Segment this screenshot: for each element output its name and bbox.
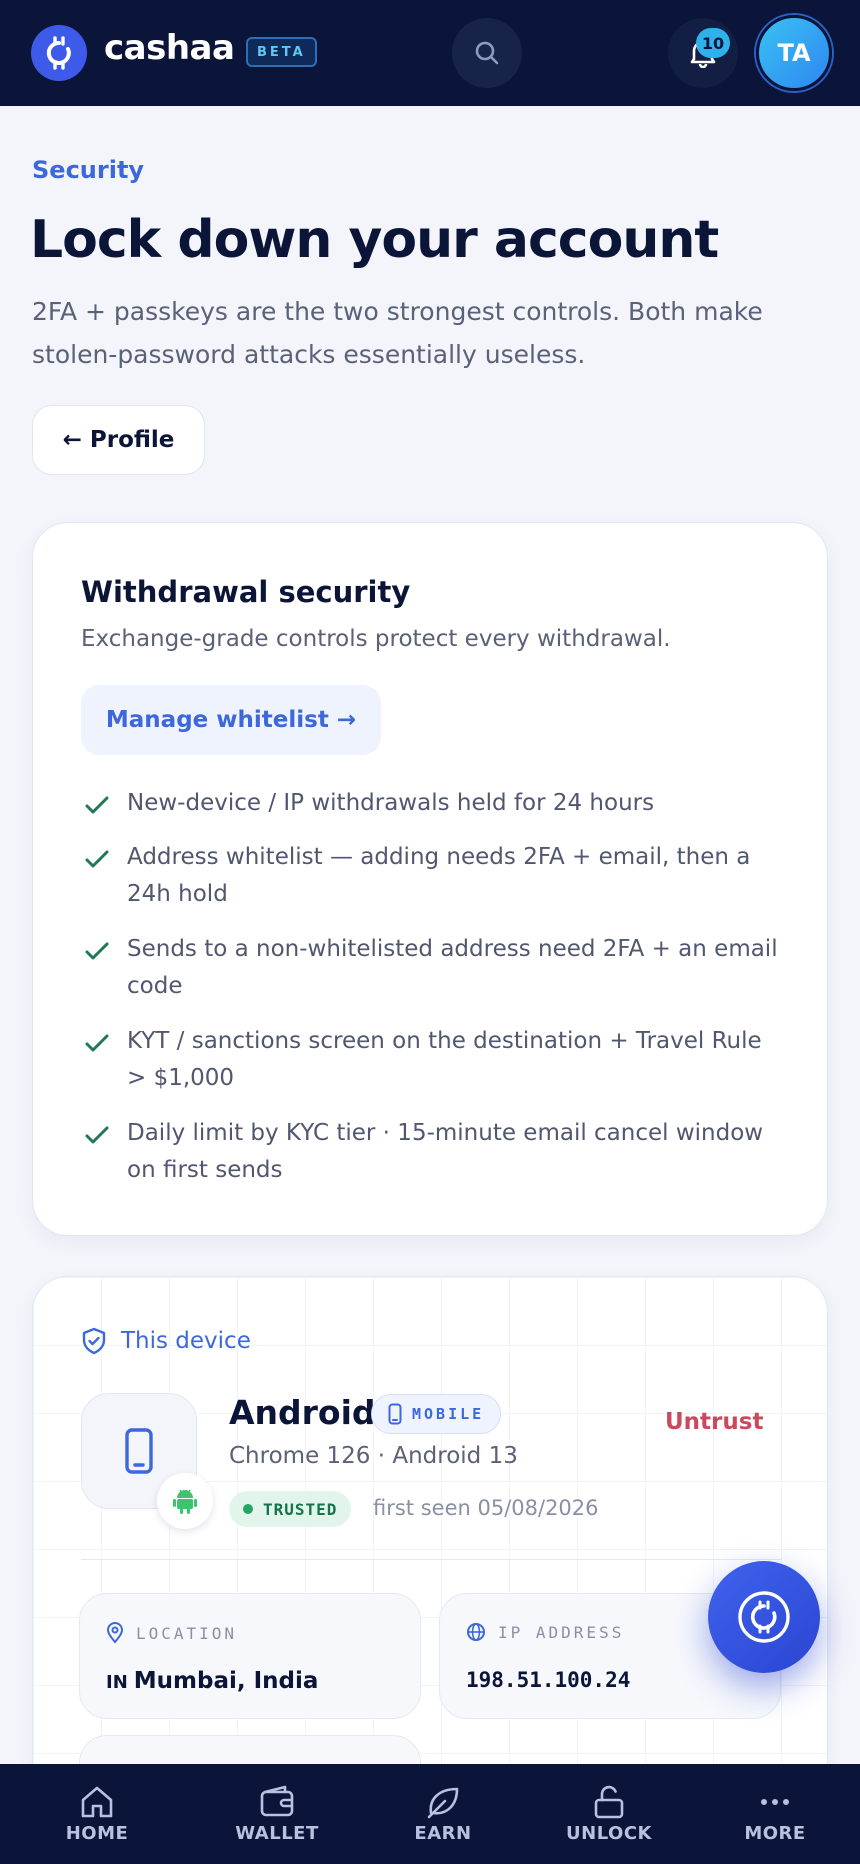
location-box: LOCATION IN Mumbai, India xyxy=(79,1593,421,1719)
phone-icon xyxy=(388,1403,402,1425)
top-bar: cashaa BETA 10 TA xyxy=(0,0,860,106)
notification-count-badge: 10 xyxy=(696,28,730,58)
this-device-label-text: This device xyxy=(121,1328,251,1354)
trusted-label: TRUSTED xyxy=(263,1499,338,1519)
trusted-status-badge: TRUSTED xyxy=(229,1491,352,1527)
check-text: New-device / IP withdrawals held for 24 … xyxy=(127,790,655,816)
cashaa-logo-icon[interactable] xyxy=(31,25,87,81)
android-badge xyxy=(157,1473,213,1529)
android-icon xyxy=(173,1489,197,1514)
bottom-nav: HOME WALLET EARN UNLOCK MORE xyxy=(0,1764,860,1864)
ip-address-value: 198.51.100.24 xyxy=(466,1668,631,1692)
search-icon xyxy=(475,41,499,65)
first-seen-date: first seen 05/08/2026 xyxy=(373,1496,599,1520)
check-icon xyxy=(85,942,109,960)
unlock-icon xyxy=(594,1785,624,1818)
home-icon xyxy=(81,1786,113,1817)
nav-item-unlock[interactable]: UNLOCK xyxy=(526,1764,692,1864)
nav-item-home[interactable]: HOME xyxy=(0,1764,194,1864)
check-text: Address whitelist — adding needs 2FA + e… xyxy=(127,844,751,907)
more-icon xyxy=(761,1798,789,1805)
ip-address-label-text: IP ADDRESS xyxy=(498,1622,625,1642)
leaf-icon xyxy=(427,1787,459,1818)
device-meta: Chrome 126 · Android 13 xyxy=(229,1443,518,1469)
list-item: Sends to a non-whitelisted address need … xyxy=(81,931,781,1005)
check-icon xyxy=(85,1126,109,1144)
cashaa-logo-icon xyxy=(738,1591,790,1643)
list-item: Daily limit by KYC tier · 15-minute emai… xyxy=(81,1115,781,1189)
check-text: Daily limit by KYC tier · 15-minute emai… xyxy=(127,1120,764,1183)
check-icon xyxy=(85,796,109,814)
brand-name: cashaa xyxy=(104,28,235,68)
page-title: Lock down your account xyxy=(30,210,719,270)
nav-item-more[interactable]: MORE xyxy=(692,1764,858,1864)
avatar[interactable]: TA xyxy=(756,15,832,91)
list-item: New-device / IP withdrawals held for 24 … xyxy=(81,785,781,822)
divider xyxy=(81,1559,781,1560)
check-icon xyxy=(85,1034,109,1052)
ip-address-label: IP ADDRESS xyxy=(466,1622,624,1642)
nav-label: WALLET xyxy=(235,1822,319,1844)
location-label: LOCATION xyxy=(106,1622,237,1644)
nav-label: MORE xyxy=(744,1822,806,1844)
beta-badge: BETA xyxy=(246,37,317,67)
check-text: Sends to a non-whitelisted address need … xyxy=(127,936,778,999)
location-value: IN Mumbai, India xyxy=(106,1668,318,1694)
page-description: 2FA + passkeys are the two strongest con… xyxy=(32,297,763,369)
wallet-icon xyxy=(260,1785,294,1816)
location-text: Mumbai, India xyxy=(133,1668,319,1694)
section-eyebrow: Security xyxy=(32,156,145,184)
status-dot xyxy=(243,1504,253,1514)
country-code: IN xyxy=(106,1672,128,1693)
shield-check-icon xyxy=(82,1327,106,1355)
withdrawal-security-title: Withdrawal security xyxy=(81,575,411,609)
withdrawal-security-subtitle: Exchange-grade controls protect every wi… xyxy=(81,626,671,652)
smartphone-icon xyxy=(125,1428,153,1474)
location-label-text: LOCATION xyxy=(136,1623,238,1643)
untrust-button[interactable]: Untrust xyxy=(665,1409,763,1435)
nav-label: UNLOCK xyxy=(566,1822,652,1844)
nav-item-earn[interactable]: EARN xyxy=(360,1764,526,1864)
nav-label: HOME xyxy=(65,1822,129,1844)
device-name: Android xyxy=(229,1393,376,1432)
list-item: Address whitelist — adding needs 2FA + e… xyxy=(81,839,781,913)
cashaa-assistant-button[interactable] xyxy=(708,1561,820,1673)
device-type-chip: MOBILE xyxy=(371,1394,502,1434)
check-text: KYT / sanctions screen on the destinatio… xyxy=(127,1028,762,1091)
globe-icon xyxy=(467,1623,485,1641)
this-device-label: This device xyxy=(81,1327,251,1355)
map-pin-icon xyxy=(106,1622,124,1644)
nav-item-wallet[interactable]: WALLET xyxy=(194,1764,360,1864)
withdrawal-security-card: Withdrawal security Exchange-grade contr… xyxy=(32,522,828,1236)
list-item: KYT / sanctions screen on the destinatio… xyxy=(81,1023,781,1097)
check-icon xyxy=(85,850,109,868)
manage-whitelist-button[interactable]: Manage whitelist → xyxy=(81,685,381,755)
search-button[interactable] xyxy=(452,18,522,88)
nav-label: EARN xyxy=(414,1822,472,1844)
back-to-profile-button[interactable]: ← Profile xyxy=(32,405,205,475)
device-type-label: MOBILE xyxy=(412,1405,485,1423)
